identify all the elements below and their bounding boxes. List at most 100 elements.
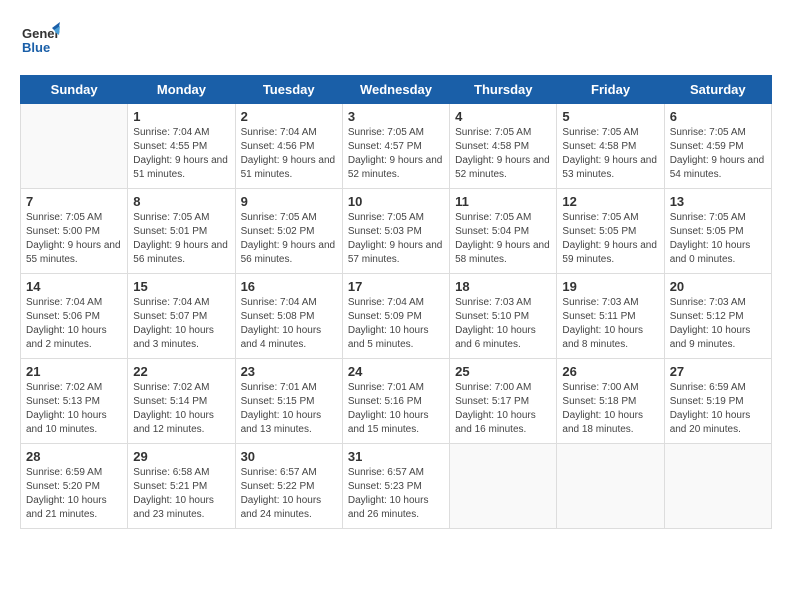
day-info: Sunrise: 6:57 AMSunset: 5:22 PMDaylight:… [241,466,337,522]
calendar-cell: 19 Sunrise: 7:03 AMSunset: 5:11 PMDayligh… [557,274,664,359]
weekday-header-monday: Monday [128,76,235,104]
day-number: 24 [348,364,444,379]
logo: General Blue [20,20,60,60]
day-number: 6 [670,109,766,124]
calendar-cell [450,444,557,529]
calendar-cell: 7Sunrise: 7:05 AMSunset: 5:00 PMDaylight… [21,189,128,274]
calendar-cell: 10 Sunrise: 7:05 AMSunset: 5:03 PMDayligh… [342,189,449,274]
day-info: Sunrise: 7:05 AMSunset: 5:04 PMDaylight:… [455,211,551,267]
calendar-cell: 1 Sunrise: 7:04 AMSunset: 4:55 PMDaylight… [128,104,235,189]
weekday-header-friday: Friday [557,76,664,104]
day-info: Sunrise: 7:01 AMSunset: 5:16 PMDaylight:… [348,381,444,437]
calendar-cell: 31 Sunrise: 6:57 AMSunset: 5:23 PMDayligh… [342,444,449,529]
day-number: 9 [241,194,337,209]
day-number: 26 [562,364,658,379]
calendar-cell: 20Sunrise: 7:03 AMSunset: 5:12 PMDayligh… [664,274,771,359]
day-number: 1 [133,109,229,124]
week-row-3: 14 Sunrise: 7:04 AMSunset: 5:06 PMDayligh… [21,274,772,359]
calendar-cell: 11 Sunrise: 7:05 AMSunset: 5:04 PMDayligh… [450,189,557,274]
calendar-table: SundayMondayTuesdayWednesdayThursdayFrid… [20,75,772,529]
day-info: Sunrise: 7:03 AMSunset: 5:10 PMDaylight:… [455,296,551,352]
calendar-cell: 13Sunrise: 7:05 AMSunset: 5:05 PMDayligh… [664,189,771,274]
day-info: Sunrise: 7:03 AMSunset: 5:12 PMDaylight:… [670,296,766,352]
day-number: 2 [241,109,337,124]
day-number: 16 [241,279,337,294]
day-number: 27 [670,364,766,379]
day-number: 18 [455,279,551,294]
calendar-cell: 28 Sunrise: 6:59 AMSunset: 5:20 PMDayligh… [21,444,128,529]
day-number: 13 [670,194,766,209]
day-number: 4 [455,109,551,124]
day-info: Sunrise: 7:05 AMSunset: 5:01 PMDaylight:… [133,211,229,267]
day-number: 15 [133,279,229,294]
day-info: Sunrise: 7:05 AMSunset: 5:02 PMDaylight:… [241,211,337,267]
day-number: 11 [455,194,551,209]
day-info: Sunrise: 7:02 AMSunset: 5:14 PMDaylight:… [133,381,229,437]
calendar-cell: 21 Sunrise: 7:02 AMSunset: 5:13 PMDayligh… [21,359,128,444]
day-info: Sunrise: 7:05 AMSunset: 5:03 PMDaylight:… [348,211,444,267]
calendar-cell: 25Sunrise: 7:00 AMSunset: 5:17 PMDayligh… [450,359,557,444]
day-number: 8 [133,194,229,209]
calendar-cell: 15Sunrise: 7:04 AMSunset: 5:07 PMDayligh… [128,274,235,359]
day-number: 14 [26,279,122,294]
calendar-cell: 17 Sunrise: 7:04 AMSunset: 5:09 PMDayligh… [342,274,449,359]
calendar-cell: 18 Sunrise: 7:03 AMSunset: 5:10 PMDayligh… [450,274,557,359]
calendar-cell: 4 Sunrise: 7:05 AMSunset: 4:58 PMDaylight… [450,104,557,189]
day-info: Sunrise: 7:04 AMSunset: 4:56 PMDaylight:… [241,126,337,182]
week-row-4: 21 Sunrise: 7:02 AMSunset: 5:13 PMDayligh… [21,359,772,444]
day-info: Sunrise: 7:01 AMSunset: 5:15 PMDaylight:… [241,381,337,437]
calendar-cell: 22 Sunrise: 7:02 AMSunset: 5:14 PMDayligh… [128,359,235,444]
logo-icon: General Blue [20,20,60,60]
day-number: 28 [26,449,122,464]
day-info: Sunrise: 6:58 AMSunset: 5:21 PMDaylight:… [133,466,229,522]
calendar-cell: 27 Sunrise: 6:59 AMSunset: 5:19 PMDayligh… [664,359,771,444]
calendar-cell: 8 Sunrise: 7:05 AMSunset: 5:01 PMDaylight… [128,189,235,274]
day-number: 10 [348,194,444,209]
weekday-header-saturday: Saturday [664,76,771,104]
weekday-header-thursday: Thursday [450,76,557,104]
calendar-cell [21,104,128,189]
calendar-cell: 24 Sunrise: 7:01 AMSunset: 5:16 PMDayligh… [342,359,449,444]
day-number: 3 [348,109,444,124]
svg-text:Blue: Blue [22,40,50,55]
page-header: General Blue [20,20,772,60]
day-info: Sunrise: 7:05 AMSunset: 5:05 PMDaylight:… [562,211,658,267]
day-info: Sunrise: 7:05 AMSunset: 5:00 PMDaylight:… [26,211,122,267]
day-number: 5 [562,109,658,124]
week-row-2: 7Sunrise: 7:05 AMSunset: 5:00 PMDaylight… [21,189,772,274]
day-number: 29 [133,449,229,464]
calendar-cell: 30Sunrise: 6:57 AMSunset: 5:22 PMDayligh… [235,444,342,529]
calendar-cell [557,444,664,529]
day-info: Sunrise: 7:03 AMSunset: 5:11 PMDaylight:… [562,296,658,352]
day-number: 17 [348,279,444,294]
day-number: 21 [26,364,122,379]
calendar-cell: 9 Sunrise: 7:05 AMSunset: 5:02 PMDaylight… [235,189,342,274]
day-info: Sunrise: 6:57 AMSunset: 5:23 PMDaylight:… [348,466,444,522]
day-info: Sunrise: 7:04 AMSunset: 5:09 PMDaylight:… [348,296,444,352]
calendar-cell: 12Sunrise: 7:05 AMSunset: 5:05 PMDayligh… [557,189,664,274]
week-row-1: 1 Sunrise: 7:04 AMSunset: 4:55 PMDaylight… [21,104,772,189]
calendar-cell: 16 Sunrise: 7:04 AMSunset: 5:08 PMDayligh… [235,274,342,359]
day-info: Sunrise: 7:05 AMSunset: 4:57 PMDaylight:… [348,126,444,182]
day-info: Sunrise: 7:02 AMSunset: 5:13 PMDaylight:… [26,381,122,437]
weekday-header-tuesday: Tuesday [235,76,342,104]
day-info: Sunrise: 6:59 AMSunset: 5:19 PMDaylight:… [670,381,766,437]
calendar-cell [664,444,771,529]
week-row-5: 28 Sunrise: 6:59 AMSunset: 5:20 PMDayligh… [21,444,772,529]
day-info: Sunrise: 7:05 AMSunset: 4:58 PMDaylight:… [455,126,551,182]
weekday-header-wednesday: Wednesday [342,76,449,104]
day-number: 22 [133,364,229,379]
day-info: Sunrise: 6:59 AMSunset: 5:20 PMDaylight:… [26,466,122,522]
day-number: 19 [562,279,658,294]
day-number: 23 [241,364,337,379]
day-info: Sunrise: 7:04 AMSunset: 5:06 PMDaylight:… [26,296,122,352]
weekday-header-row: SundayMondayTuesdayWednesdayThursdayFrid… [21,76,772,104]
day-info: Sunrise: 7:00 AMSunset: 5:18 PMDaylight:… [562,381,658,437]
calendar-cell: 5 Sunrise: 7:05 AMSunset: 4:58 PMDaylight… [557,104,664,189]
day-info: Sunrise: 7:04 AMSunset: 5:08 PMDaylight:… [241,296,337,352]
calendar-cell: 6Sunrise: 7:05 AMSunset: 4:59 PMDaylight… [664,104,771,189]
day-number: 31 [348,449,444,464]
calendar-cell: 26 Sunrise: 7:00 AMSunset: 5:18 PMDayligh… [557,359,664,444]
day-info: Sunrise: 7:05 AMSunset: 4:58 PMDaylight:… [562,126,658,182]
day-info: Sunrise: 7:04 AMSunset: 4:55 PMDaylight:… [133,126,229,182]
